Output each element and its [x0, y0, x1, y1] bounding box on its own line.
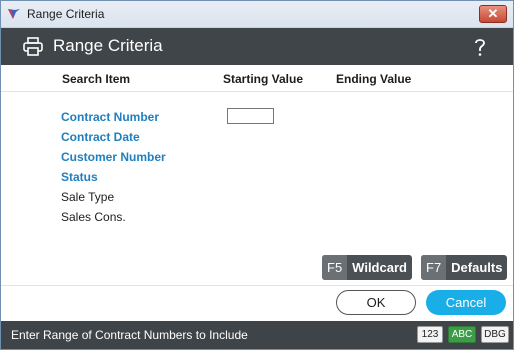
title-bar: Range Criteria ✕: [1, 1, 513, 28]
printer-icon: [23, 37, 43, 56]
debug-badge: DBG: [481, 326, 509, 343]
help-icon[interactable]: [471, 37, 489, 57]
button-divider: [1, 285, 513, 286]
contract-number-start-input[interactable]: [227, 108, 274, 124]
wildcard-button[interactable]: F5 Wildcard: [322, 255, 412, 280]
header-bar: Range Criteria: [1, 28, 513, 65]
field-label-sales-cons: Sales Cons.: [61, 210, 126, 224]
field-label-contract-number[interactable]: Contract Number: [61, 110, 159, 124]
f7-key-label: F7: [421, 255, 447, 280]
defaults-button[interactable]: F7 Defaults: [421, 255, 508, 280]
page-title: Range Criteria: [53, 36, 163, 55]
alpha-mode-badge: ABC: [448, 326, 476, 343]
column-header-ending-value: Ending Value: [336, 72, 412, 86]
field-label-contract-date[interactable]: Contract Date: [61, 130, 140, 144]
window-title: Range Criteria: [27, 7, 105, 21]
wildcard-label: Wildcard: [352, 260, 407, 275]
field-label-status[interactable]: Status: [61, 170, 98, 184]
app-logo-icon: [8, 9, 20, 19]
header-divider: [1, 91, 513, 92]
defaults-label: Defaults: [451, 260, 503, 275]
close-button[interactable]: ✕: [479, 5, 507, 23]
field-label-customer-number[interactable]: Customer Number: [61, 150, 166, 164]
numeric-mode-badge: 123: [417, 326, 443, 343]
range-criteria-window: Range Criteria ✕ Range Criteria Search I…: [0, 0, 514, 350]
cancel-button[interactable]: Cancel: [426, 290, 506, 315]
f5-key-label: F5: [322, 255, 348, 280]
status-bar: Enter Range of Contract Numbers to Inclu…: [1, 321, 513, 349]
ok-button[interactable]: OK: [336, 290, 416, 315]
close-icon: ✕: [487, 6, 499, 21]
field-label-sale-type: Sale Type: [61, 190, 115, 204]
column-header-starting-value: Starting Value: [223, 72, 304, 86]
status-message: Enter Range of Contract Numbers to Inclu…: [11, 328, 248, 342]
column-header-search-item: Search Item: [62, 72, 131, 86]
